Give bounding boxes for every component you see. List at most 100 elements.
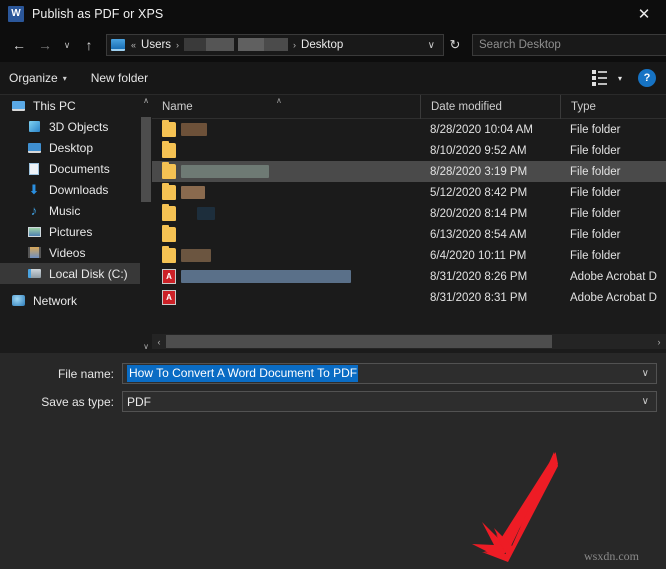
cube-icon <box>26 119 42 135</box>
file-date-cell: 8/28/2020 10:04 AM <box>420 124 560 136</box>
sidebar-item-local-disk-c[interactable]: Local Disk (C:) <box>0 263 152 284</box>
table-row[interactable]: 8/10/2020 9:52 AMFile folder <box>152 140 666 161</box>
word-icon: W <box>8 6 24 22</box>
scroll-left-icon[interactable]: ‹ <box>152 337 166 347</box>
file-date-cell: 8/28/2020 3:19 PM <box>420 166 560 178</box>
refresh-icon[interactable]: ↻ <box>444 34 466 56</box>
sidebar-item-music[interactable]: ♪Music <box>0 200 152 221</box>
table-row[interactable]: 8/31/2020 8:31 PMAdobe Acrobat D <box>152 287 666 308</box>
sidebar-item-videos[interactable]: Videos <box>0 242 152 263</box>
file-date-cell: 6/13/2020 8:54 AM <box>420 229 560 241</box>
up-button[interactable]: ↑ <box>76 32 102 58</box>
music-icon: ♪ <box>26 203 42 219</box>
table-row[interactable]: 6/13/2020 8:54 AMFile folder <box>152 224 666 245</box>
breadcrumb-desktop[interactable]: Desktop <box>299 39 345 51</box>
file-name-cell <box>152 227 420 242</box>
redacted-file-name <box>181 270 351 283</box>
change-view-icon[interactable] <box>592 70 610 86</box>
publish-as-pdf-dialog: W Publish as PDF or XPS ✕ ← → ∨ ↑ « User… <box>0 0 666 569</box>
new-folder-button[interactable]: New folder <box>82 67 157 89</box>
view-options-caret-icon[interactable]: ▾ <box>612 72 628 85</box>
chevron-down-icon: ▾ <box>63 74 67 83</box>
hscroll-track[interactable] <box>166 334 652 349</box>
search-input[interactable] <box>479 39 666 51</box>
chevron-down-icon[interactable]: ∨ <box>422 40 441 51</box>
file-date-cell: 8/20/2020 8:14 PM <box>420 208 560 220</box>
column-header-date-modified[interactable]: Date modified <box>420 95 560 119</box>
redacted-file-name <box>181 123 207 136</box>
save-form: File name: How To Convert A Word Documen… <box>0 353 666 569</box>
chevron-down-icon[interactable]: ∨ <box>637 396 654 407</box>
file-name-cell <box>152 185 420 200</box>
file-name-value[interactable]: How To Convert A Word Document To PDF <box>127 365 358 382</box>
table-row[interactable]: 8/20/2020 8:14 PMFile folder <box>152 203 666 224</box>
file-date-cell: 8/31/2020 8:26 PM <box>420 271 560 283</box>
redacted-file-name <box>181 249 211 262</box>
file-type-cell: File folder <box>560 124 666 136</box>
file-name-cell <box>152 290 420 305</box>
column-headers: Name ∧ Date modified Type <box>152 95 666 119</box>
file-list-horizontal-scrollbar[interactable]: ‹ › <box>152 334 666 349</box>
table-row[interactable]: 8/31/2020 8:26 PMAdobe Acrobat D <box>152 266 666 287</box>
table-row[interactable]: 8/28/2020 3:19 PMFile folder <box>152 161 666 182</box>
breadcrumb-overflow-icon[interactable]: « <box>128 40 139 50</box>
scroll-right-icon[interactable]: › <box>652 337 666 347</box>
table-row[interactable]: 5/12/2020 8:42 PMFile folder <box>152 182 666 203</box>
file-name-cell <box>152 206 420 221</box>
sidebar-item-3d-objects[interactable]: 3D Objects <box>0 116 152 137</box>
breadcrumb-separator: › <box>173 40 182 50</box>
sidebar-item-this-pc[interactable]: This PC <box>0 95 152 116</box>
column-header-name-label: Name <box>162 101 193 113</box>
drive-icon <box>26 266 42 282</box>
scroll-down-icon[interactable]: ∨ <box>140 341 152 353</box>
network-icon <box>10 293 26 309</box>
breadcrumb-users[interactable]: Users <box>139 39 173 51</box>
sidebar-item-network[interactable]: Network <box>0 290 152 311</box>
sidebar-item-downloads[interactable]: ⬇Downloads <box>0 179 152 200</box>
file-rows: 8/28/2020 10:04 AMFile folder8/10/2020 9… <box>152 119 666 308</box>
column-header-type[interactable]: Type <box>560 95 666 119</box>
file-type-cell: File folder <box>560 166 666 178</box>
picture-icon <box>26 224 42 240</box>
file-type-cell: File folder <box>560 250 666 262</box>
sidebar-item-documents[interactable]: Documents <box>0 158 152 179</box>
file-type-cell: Adobe Acrobat D <box>560 271 666 283</box>
breadcrumb-redacted-user[interactable] <box>182 38 236 52</box>
help-icon[interactable]: ? <box>638 69 656 87</box>
scroll-up-icon[interactable]: ∧ <box>140 95 152 107</box>
breadcrumb-separator-2: › <box>290 40 299 50</box>
organize-label: Organize <box>9 71 58 85</box>
table-row[interactable]: 6/4/2020 10:11 PMFile folder <box>152 245 666 266</box>
sidebar-scrollbar[interactable]: ∧ ∨ <box>140 95 152 353</box>
sidebar-scroll-thumb[interactable] <box>141 117 151 202</box>
chevron-down-icon[interactable]: ∨ <box>637 368 654 379</box>
table-row[interactable]: 8/28/2020 10:04 AMFile folder <box>152 119 666 140</box>
file-date-cell: 6/4/2020 10:11 PM <box>420 250 560 262</box>
sidebar-item-label: This PC <box>33 99 76 113</box>
search-box[interactable]: ⚲ <box>472 34 666 56</box>
file-type-cell: Adobe Acrobat D <box>560 292 666 304</box>
hscroll-thumb[interactable] <box>166 335 552 348</box>
folder-icon <box>162 227 176 242</box>
pdf-icon <box>162 290 176 305</box>
sidebar-item-label: Videos <box>49 246 85 260</box>
breadcrumb-redacted-folder[interactable] <box>236 38 290 52</box>
recent-locations-icon[interactable]: ∨ <box>58 32 76 58</box>
desktop-folder-icon <box>111 39 125 51</box>
column-header-type-label: Type <box>571 101 596 113</box>
sidebar-item-desktop[interactable]: Desktop <box>0 137 152 158</box>
column-header-name[interactable]: Name ∧ <box>152 95 420 119</box>
save-as-type-select[interactable]: PDF ∨ <box>122 391 657 412</box>
forward-button[interactable]: → <box>32 32 58 58</box>
organize-button[interactable]: Organize ▾ <box>0 67 76 89</box>
file-name-input[interactable]: How To Convert A Word Document To PDF ∨ <box>122 363 657 384</box>
close-icon[interactable]: ✕ <box>622 0 666 28</box>
file-type-cell: File folder <box>560 187 666 199</box>
address-bar[interactable]: « Users › › Desktop ∨ <box>106 34 444 56</box>
file-date-cell: 5/12/2020 8:42 PM <box>420 187 560 199</box>
new-folder-label: New folder <box>91 71 148 85</box>
folder-icon <box>162 206 176 221</box>
sidebar-item-pictures[interactable]: Pictures <box>0 221 152 242</box>
file-type-cell: File folder <box>560 229 666 241</box>
back-button[interactable]: ← <box>6 32 32 58</box>
